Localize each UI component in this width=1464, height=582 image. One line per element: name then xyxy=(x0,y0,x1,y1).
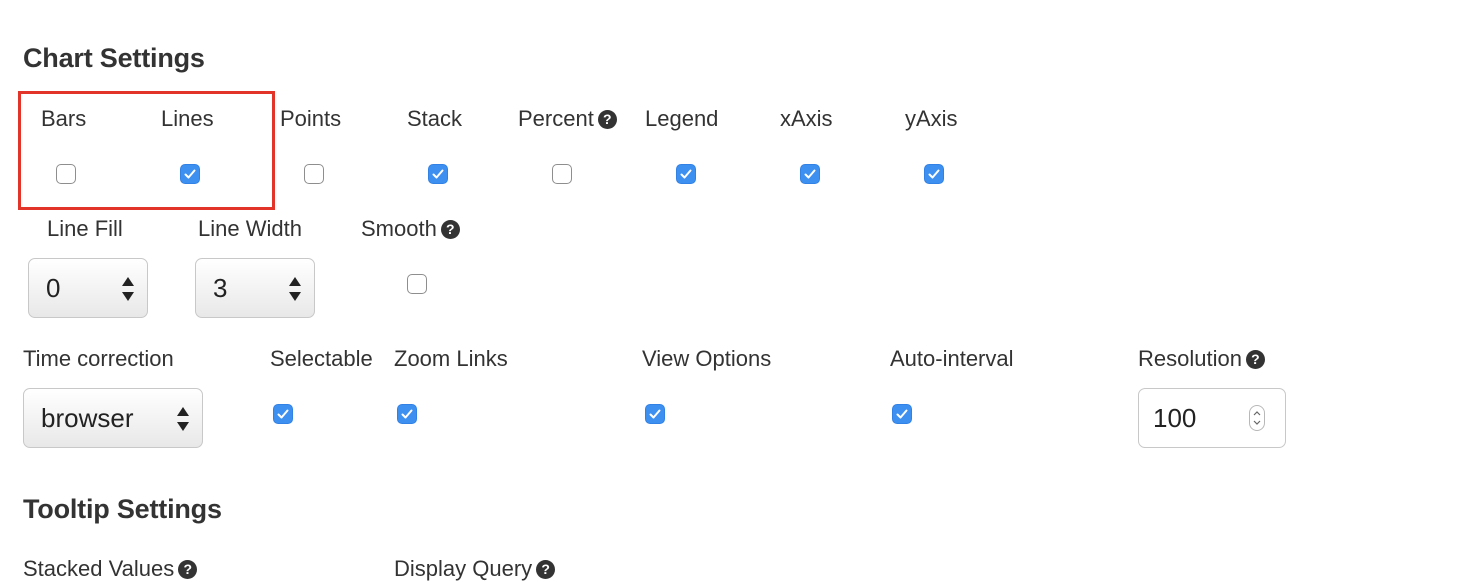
smooth-label-text: Smooth xyxy=(361,216,437,241)
resolution-label: Resolution? xyxy=(1138,346,1265,372)
stack-checkbox[interactable] xyxy=(428,164,448,184)
checkmark-icon xyxy=(649,409,661,419)
help-icon[interactable]: ? xyxy=(597,110,617,129)
checkmark-icon xyxy=(680,169,692,179)
help-icon[interactable]: ? xyxy=(178,560,198,579)
zoom-links-checkbox[interactable] xyxy=(397,404,417,424)
selectable-label: Selectable xyxy=(270,346,373,371)
stack-label: Stack xyxy=(407,106,463,131)
help-icon[interactable]: ? xyxy=(536,560,556,579)
bars-label: Bars xyxy=(41,106,87,131)
legend-checkbox[interactable] xyxy=(676,164,696,184)
line-fill-value: 0 xyxy=(46,273,61,303)
line-width-value: 3 xyxy=(213,273,228,303)
checkmark-icon xyxy=(896,409,908,419)
xaxis-label: xAxis xyxy=(780,106,833,131)
help-icon[interactable]: ? xyxy=(440,220,460,239)
help-icon[interactable]: ? xyxy=(1245,350,1265,369)
yaxis-label: yAxis xyxy=(905,106,958,131)
select-arrows-icon xyxy=(122,277,134,301)
checkmark-icon xyxy=(277,409,289,419)
time-correction-select[interactable]: browser xyxy=(23,388,203,448)
resolution-input[interactable]: 100 xyxy=(1138,388,1286,448)
time-correction-value: browser xyxy=(41,403,134,433)
lines-checkbox[interactable] xyxy=(180,164,200,184)
checkmark-icon xyxy=(432,169,444,179)
resolution-value: 100 xyxy=(1153,403,1197,433)
points-label: Points xyxy=(280,106,342,131)
checkmark-icon xyxy=(184,169,196,179)
checkmark-icon xyxy=(401,409,413,419)
percent-label-text: Percent xyxy=(518,106,594,131)
points-checkbox[interactable] xyxy=(304,164,324,184)
display-query-label-text: Display Query xyxy=(394,556,533,581)
stacked-values-label-text: Stacked Values xyxy=(23,556,175,581)
line-fill-label: Line Fill xyxy=(47,216,123,241)
zoom-links-label: Zoom Links xyxy=(394,346,508,371)
resolution-spinner[interactable] xyxy=(1249,405,1265,431)
xaxis-checkbox[interactable] xyxy=(800,164,820,184)
bars-checkbox[interactable] xyxy=(56,164,76,184)
checkmark-icon xyxy=(804,169,816,179)
chart-settings-heading: Chart Settings xyxy=(23,43,205,73)
select-arrows-icon xyxy=(289,277,301,301)
lines-label: Lines xyxy=(161,106,214,131)
tooltip-settings-heading: Tooltip Settings xyxy=(23,494,222,524)
display-query-label: Display Query? xyxy=(394,556,556,582)
select-arrows-icon xyxy=(177,407,189,431)
line-width-select[interactable]: 3 xyxy=(195,258,315,318)
percent-label: Percent? xyxy=(518,106,617,132)
resolution-label-text: Resolution xyxy=(1138,346,1242,371)
percent-checkbox[interactable] xyxy=(552,164,572,184)
legend-label: Legend xyxy=(645,106,719,131)
smooth-label: Smooth? xyxy=(361,216,460,242)
time-correction-label: Time correction xyxy=(23,346,174,371)
line-fill-select[interactable]: 0 xyxy=(28,258,148,318)
yaxis-checkbox[interactable] xyxy=(924,164,944,184)
view-options-checkbox[interactable] xyxy=(645,404,665,424)
view-options-label: View Options xyxy=(642,346,772,371)
selectable-checkbox[interactable] xyxy=(273,404,293,424)
auto-interval-checkbox[interactable] xyxy=(892,404,912,424)
stacked-values-label: Stacked Values? xyxy=(23,556,198,582)
line-width-label: Line Width xyxy=(198,216,302,241)
spinner-arrows-icon xyxy=(1253,411,1261,425)
checkmark-icon xyxy=(928,169,940,179)
auto-interval-label: Auto-interval xyxy=(890,346,1014,371)
smooth-checkbox[interactable] xyxy=(407,274,427,294)
